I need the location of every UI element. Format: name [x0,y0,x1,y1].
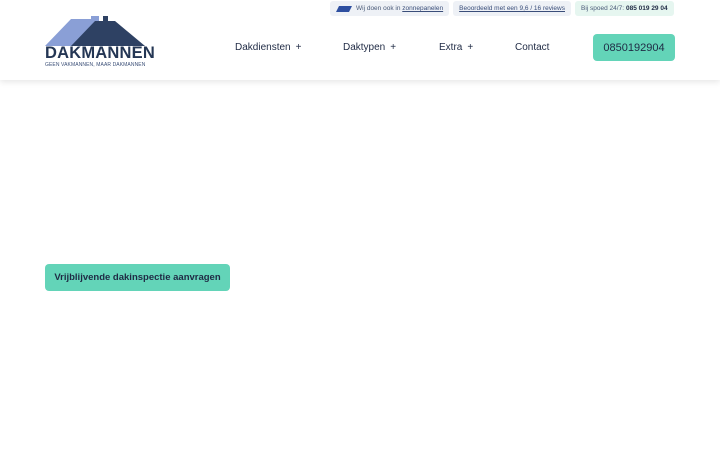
solar-link[interactable]: zonnepanelen [402,5,443,12]
nav-label: Contact [515,42,550,53]
roof-logo-icon [45,16,145,46]
plus-icon: + [467,42,474,53]
nav-item-dakdiensten[interactable]: Dakdiensten + [235,42,301,53]
nav-label: Extra [439,42,463,53]
site-header: DAKMANNEN GEEN VAKMANNEN, MAAR DAKMANNEN… [0,0,720,80]
emergency-number[interactable]: 085 019 29 04 [626,5,668,12]
logo-tagline: GEEN VAKMANNEN, MAAR DAKMANNEN [45,62,146,68]
logo-wordmark: DAKMANNEN [45,44,155,62]
topbar: Wij doen ook in zonnepanelen Beoordeeld … [330,1,674,16]
nav-item-daktypen[interactable]: Daktypen + [343,42,396,53]
nav-label: Dakdiensten [235,42,291,53]
solar-pill: Wij doen ook in zonnepanelen [330,1,450,16]
plus-icon: + [390,42,397,53]
rating-pill[interactable]: Beoordeeld met een 9,6 / 16 reviews [453,1,571,16]
nav-label: Daktypen [343,42,386,53]
emergency-label: Bij spoed 24/7: [581,5,625,12]
solar-panel-icon [336,5,352,12]
solar-prefix: Wij doen ook in [356,5,401,12]
inspection-request-button[interactable]: Vrijblijvende dakinspectie aanvragen [45,264,230,291]
rating-link[interactable]: Beoordeeld met een 9,6 / 16 reviews [459,5,565,12]
nav-item-contact[interactable]: Contact [515,42,549,53]
nav-item-extra[interactable]: Extra + [439,42,473,53]
plus-icon: + [295,42,302,53]
phone-button[interactable]: 0850192904 [593,34,675,61]
logo[interactable]: DAKMANNEN GEEN VAKMANNEN, MAAR DAKMANNEN [45,16,155,70]
emergency-pill: Bij spoed 24/7: 085 019 29 04 [575,1,674,16]
